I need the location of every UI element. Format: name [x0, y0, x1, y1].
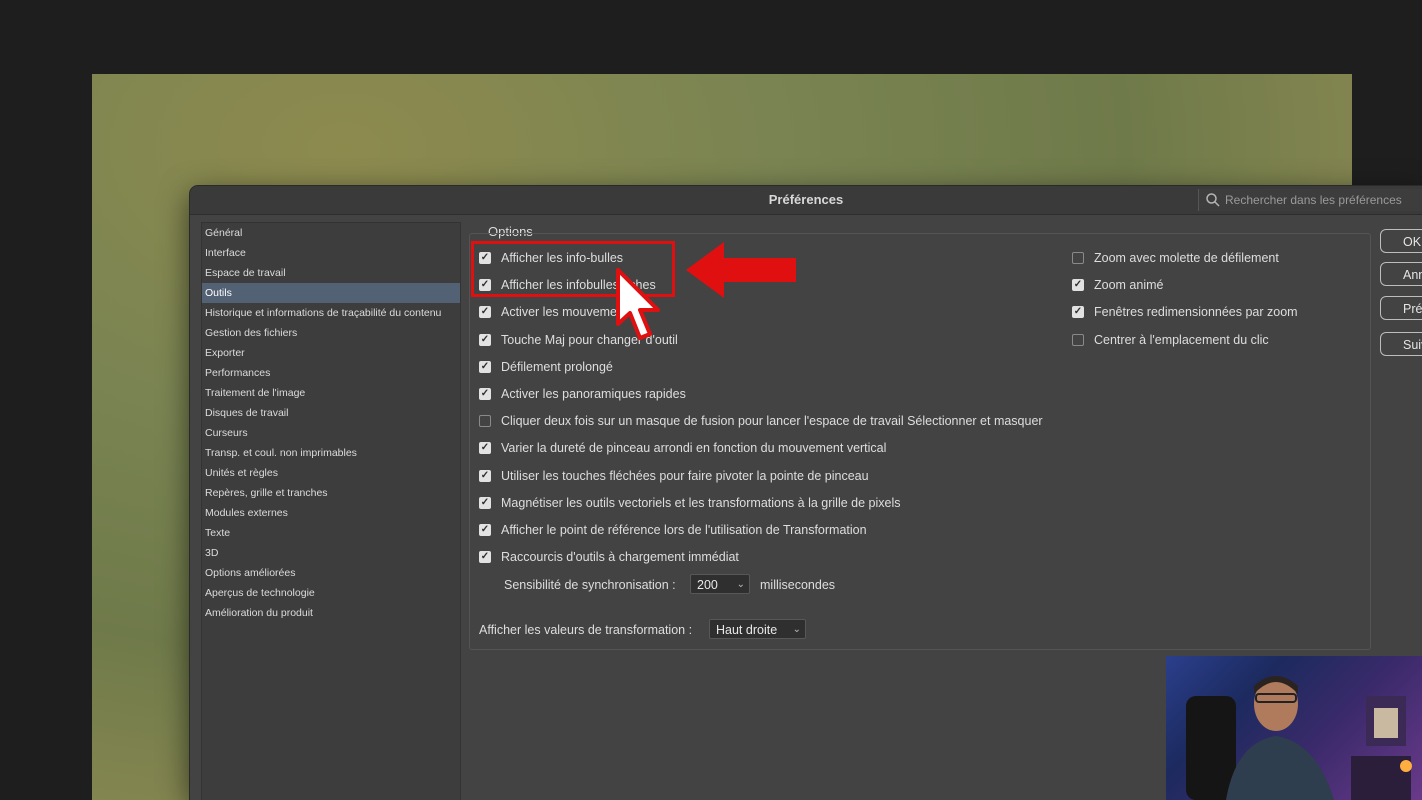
sidebar-item[interactable]: Exporter	[202, 343, 460, 363]
webcam-overlay	[1166, 656, 1422, 800]
sidebar-item[interactable]: Options améliorées	[202, 563, 460, 583]
sidebar-item[interactable]: Modules externes	[202, 503, 460, 523]
option-label: Cliquer deux fois sur un masque de fusio…	[501, 414, 1043, 429]
checkbox-checked-icon[interactable]: ✓	[479, 388, 491, 400]
previous-button[interactable]: Précédent	[1380, 296, 1422, 320]
sidebar-item[interactable]: Espace de travail	[202, 263, 460, 283]
option-label: Raccourcis d'outils à chargement immédia…	[501, 550, 739, 565]
sidebar-item[interactable]: Général	[202, 223, 460, 243]
checkbox-checked-icon[interactable]: ✓	[479, 551, 491, 564]
checkbox-checked-icon[interactable]: ✓	[1072, 279, 1084, 292]
checkbox-unchecked-icon[interactable]: ✓	[1072, 252, 1084, 264]
sync-unit-label: millisecondes	[760, 578, 836, 592]
sidebar-item[interactable]: Gestion des fichiers	[202, 323, 460, 343]
ok-button[interactable]: OK	[1380, 229, 1422, 253]
search-input[interactable]	[1225, 191, 1422, 209]
checkbox-checked-icon[interactable]: ✓	[479, 333, 491, 346]
chevron-down-icon: ⌄	[736, 579, 745, 590]
chevron-down-icon: ⌄	[792, 624, 801, 635]
transform-values-value: Haut droite	[716, 623, 778, 637]
sidebar-item[interactable]: Historique et informations de traçabilit…	[202, 303, 460, 323]
annotation-arrow-icon	[686, 242, 796, 298]
sync-sensitivity-value: 200	[697, 578, 718, 592]
sync-sensitivity-row: Sensibilité de synchronisation : 200 ⌄ mill…	[504, 574, 835, 596]
option-label: Zoom animé	[1094, 278, 1164, 293]
checkbox-checked-icon[interactable]: ✓	[479, 469, 491, 482]
search-icon	[1206, 193, 1220, 207]
option-label: Centrer à l'emplacement du clic	[1094, 332, 1269, 347]
sidebar-item[interactable]: Transp. et coul. non imprimables	[202, 443, 460, 463]
transform-values-label: Afficher les valeurs de transformation :	[479, 623, 693, 637]
option-label: Zoom avec molette de défilement	[1094, 251, 1279, 265]
sidebar-item[interactable]: Unités et règles	[202, 463, 460, 483]
option-label: Défilement prolongé	[501, 359, 613, 374]
sidebar-item[interactable]: Texte	[202, 523, 460, 543]
option-label: Utiliser les touches fléchées pour faire…	[501, 468, 869, 483]
sidebar-item[interactable]: Repères, grille et tranches	[202, 483, 460, 503]
sidebar-item[interactable]: Curseurs	[202, 423, 460, 443]
presenter-video-icon	[1186, 676, 1412, 800]
next-button[interactable]: Suivant	[1380, 332, 1422, 356]
option-label: Fenêtres redimensionnées par zoom	[1094, 305, 1298, 320]
checkbox-checked-icon[interactable]: ✓	[479, 306, 491, 319]
option-label: Varier la dureté de pinceau arrondi en f…	[501, 441, 887, 456]
sidebar-item[interactable]: Amélioration du produit	[202, 603, 460, 623]
sidebar-item[interactable]: 3D	[202, 543, 460, 563]
sidebar-item[interactable]: Traitement de l'image	[202, 383, 460, 403]
option-label: Afficher le point de référence lors de l…	[501, 523, 867, 537]
checkbox-checked-icon[interactable]: ✓	[479, 524, 491, 536]
cancel-button[interactable]: Annuler	[1380, 262, 1422, 286]
sidebar-item[interactable]: Outils	[202, 283, 460, 303]
checkbox-unchecked-icon[interactable]: ✓	[1072, 333, 1084, 346]
transform-values-row: Afficher les valeurs de transformation :…	[479, 619, 806, 641]
checkbox-checked-icon[interactable]: ✓	[479, 442, 491, 455]
checkbox-checked-icon[interactable]: ✓	[479, 496, 491, 509]
preferences-sidebar: Général Interface Espace de travail Outils H…	[201, 222, 461, 800]
option-label: Magnétiser les outils vectoriels et les …	[501, 495, 901, 510]
title-bar: Préférences	[190, 186, 1422, 215]
mouse-pointer-icon	[616, 268, 660, 340]
search-box[interactable]	[1198, 189, 1422, 211]
sidebar-item[interactable]: Aperçus de technologie	[202, 583, 460, 603]
sidebar-item[interactable]: Disques de travail	[202, 403, 460, 423]
sync-sensitivity-select[interactable]: 200 ⌄	[690, 574, 750, 594]
sidebar-item[interactable]: Performances	[202, 363, 460, 383]
transform-values-select[interactable]: Haut droite ⌄	[709, 619, 806, 639]
option-label: Activer les panoramiques rapides	[501, 387, 686, 401]
sidebar-item[interactable]: Interface	[202, 243, 460, 263]
checkbox-checked-icon[interactable]: ✓	[479, 360, 491, 373]
checkbox-checked-icon[interactable]: ✓	[1072, 306, 1084, 319]
sync-sensitivity-label: Sensibilité de synchronisation :	[504, 578, 676, 592]
checkbox-unchecked-icon[interactable]: ✓	[479, 415, 491, 428]
